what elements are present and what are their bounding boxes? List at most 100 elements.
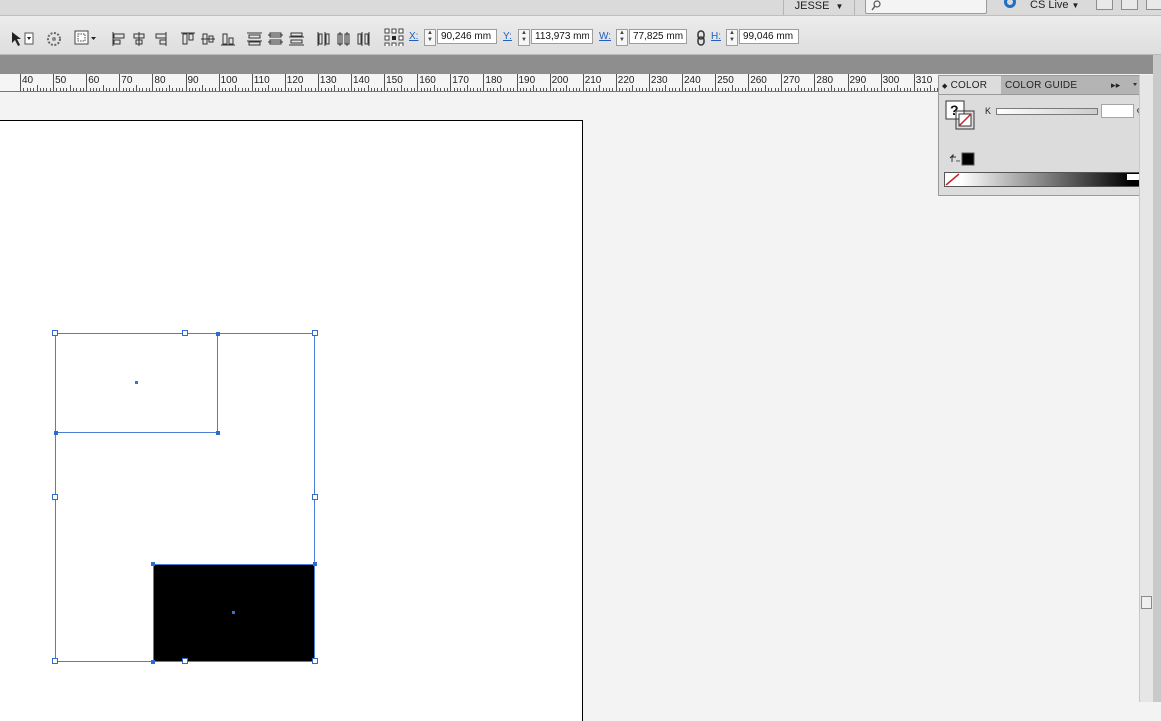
constrain-proportions-icon[interactable] [695, 30, 707, 48]
handle-middle-right[interactable] [312, 494, 318, 500]
ruler-minor-tick [741, 88, 743, 91]
align-right-icon[interactable] [155, 32, 167, 46]
tab-color-guide[interactable]: COLOR GUIDE [1005, 76, 1085, 94]
inner-handle[interactable] [216, 332, 220, 336]
ruler-minor-tick [178, 88, 180, 91]
ruler-minor-tick [840, 88, 842, 91]
align-bottom-icon[interactable] [221, 33, 235, 46]
ruler-minor-tick [89, 88, 91, 91]
distribute-middle-icon[interactable] [268, 32, 283, 45]
handle-top-center[interactable] [182, 330, 188, 336]
reference-point-icon[interactable] [74, 30, 98, 48]
horizontal-ruler[interactable]: 40 50 60 70 80 90 100 110 120 130 140 150 160 170 180 1… [0, 74, 945, 92]
width-input[interactable] [629, 29, 687, 44]
handle-bottom-left[interactable] [52, 658, 58, 664]
handle-bottom-center[interactable] [182, 658, 188, 664]
ruler-minor-tick [903, 88, 905, 91]
ruler-minor-tick [718, 88, 720, 91]
ruler-minor-tick [539, 88, 541, 91]
ruler-major-tick [185, 74, 187, 91]
ruler-minor-tick [364, 88, 366, 91]
last-color-swatch-icon[interactable] [949, 152, 977, 166]
handle-top-right[interactable] [312, 330, 318, 336]
x-stepper[interactable]: ▲ ▼ [424, 29, 436, 46]
align-group-2 [181, 32, 235, 46]
x-label: X: [409, 31, 419, 42]
align-middle-icon[interactable] [201, 33, 215, 45]
ruler-minor-tick [926, 88, 928, 91]
ruler-minor-tick [410, 88, 412, 91]
k-slider[interactable] [996, 108, 1098, 115]
handle-top-left[interactable] [52, 330, 58, 336]
distribute-center-icon[interactable] [337, 32, 350, 46]
w-stepper[interactable]: ▲ ▼ [616, 29, 628, 46]
ruler-minor-tick [678, 88, 680, 91]
maximize-button[interactable] [1121, 0, 1138, 10]
cslive-icon[interactable] [1004, 0, 1016, 8]
align-center-icon[interactable] [133, 32, 145, 46]
ruler-minor-tick [248, 88, 250, 91]
ruler-minor-tick [751, 88, 753, 91]
ruler-minor-tick [804, 88, 806, 91]
ruler-minor-tick [43, 88, 45, 91]
ruler-minor-tick [523, 88, 525, 91]
ruler-minor-tick [63, 88, 65, 91]
distribute-left-icon[interactable] [317, 32, 330, 46]
none-swatch-icon[interactable] [945, 173, 960, 186]
selection-tool-icon[interactable] [10, 30, 36, 48]
ruler-minor-tick [811, 88, 813, 91]
tab-color-guide-label: COLOR GUIDE [1005, 80, 1078, 91]
ruler-label: 50 [55, 75, 67, 86]
align-top-icon[interactable] [181, 32, 195, 45]
handle-bottom-right[interactable] [312, 658, 318, 664]
distribute-bottom-icon[interactable] [289, 32, 304, 46]
close-button[interactable] [1146, 0, 1161, 10]
y-stepper[interactable]: ▲ ▼ [518, 29, 530, 46]
ruler-major-tick [53, 74, 55, 91]
inner-handle[interactable] [216, 431, 220, 435]
y-position-input[interactable] [531, 29, 593, 44]
ruler-minor-tick [566, 85, 568, 91]
panel-collapse-icon[interactable]: ▸▸ [1111, 76, 1120, 94]
k-value-input[interactable] [1101, 104, 1134, 118]
vertical-scrollbar[interactable] [1139, 75, 1154, 702]
ruler-major-tick [351, 74, 352, 91]
height-input[interactable] [739, 29, 799, 44]
ruler-minor-tick [460, 88, 462, 91]
handle-middle-left[interactable] [52, 494, 58, 500]
distribute-top-icon[interactable] [247, 32, 262, 46]
search-input[interactable] [865, 0, 987, 14]
color-ramp[interactable] [944, 172, 1144, 187]
tab-marker-icon: ◆ [942, 83, 948, 90]
tab-color[interactable]: ◆ COLOR [939, 76, 1001, 94]
x-position-input[interactable] [437, 29, 497, 44]
minimize-button[interactable] [1096, 0, 1113, 10]
fill-stroke-proxy-icon[interactable]: ? [945, 100, 977, 132]
inner-handle[interactable] [151, 660, 155, 664]
distribute-right-icon[interactable] [357, 32, 370, 46]
refresh-icon[interactable] [45, 31, 63, 49]
ruler-minor-tick [26, 88, 28, 91]
workspace-switcher[interactable]: JESSE ▼ [783, 0, 855, 15]
workspace-label: JESSE [794, 0, 830, 12]
cslive-menu[interactable]: CS Live ▼ [1030, 0, 1079, 11]
ruler-minor-tick [923, 88, 925, 91]
h-stepper[interactable]: ▲ ▼ [726, 29, 738, 46]
ruler-minor-tick [652, 88, 654, 91]
ruler-minor-tick [645, 88, 647, 91]
ruler-major-tick [847, 74, 849, 91]
ruler-minor-tick [638, 88, 640, 91]
inner-handle[interactable] [313, 562, 317, 566]
ruler-major-tick [284, 74, 286, 91]
scrollbar-thumb[interactable] [1141, 596, 1152, 609]
ruler-major-tick [20, 74, 21, 91]
reference-grid-icon[interactable] [384, 28, 406, 46]
ruler-label: 60 [88, 75, 100, 86]
ruler-major-tick [86, 74, 88, 91]
ruler-major-tick [384, 74, 386, 91]
ruler-minor-tick [69, 85, 71, 91]
ruler-minor-tick [728, 88, 730, 91]
inner-handle[interactable] [151, 562, 155, 566]
inner-handle[interactable] [54, 431, 58, 435]
align-left-icon[interactable] [112, 32, 125, 46]
